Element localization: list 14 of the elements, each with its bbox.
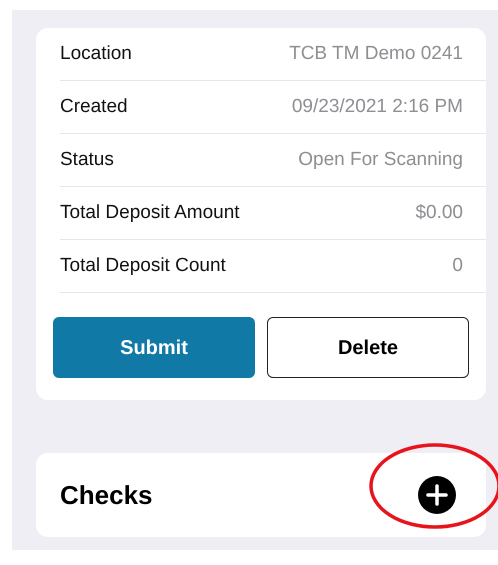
- detail-value: $0.00: [415, 200, 463, 225]
- delete-button[interactable]: Delete: [267, 317, 469, 378]
- detail-value: 0: [452, 254, 463, 278]
- detail-value: Open For Scanning: [298, 148, 463, 172]
- detail-label: Status: [60, 148, 114, 172]
- detail-value: 09/23/2021 2:16 PM: [292, 94, 463, 119]
- submit-button[interactable]: Submit: [53, 317, 255, 378]
- add-icon[interactable]: [418, 476, 456, 514]
- detail-label: Created: [60, 94, 128, 119]
- detail-value: TCB TM Demo 0241: [289, 42, 463, 66]
- section-title: Checks: [60, 478, 152, 512]
- detail-label: Location: [60, 42, 132, 66]
- detail-label: Total Deposit Count: [60, 254, 226, 278]
- detail-label: Total Deposit Amount: [60, 200, 240, 225]
